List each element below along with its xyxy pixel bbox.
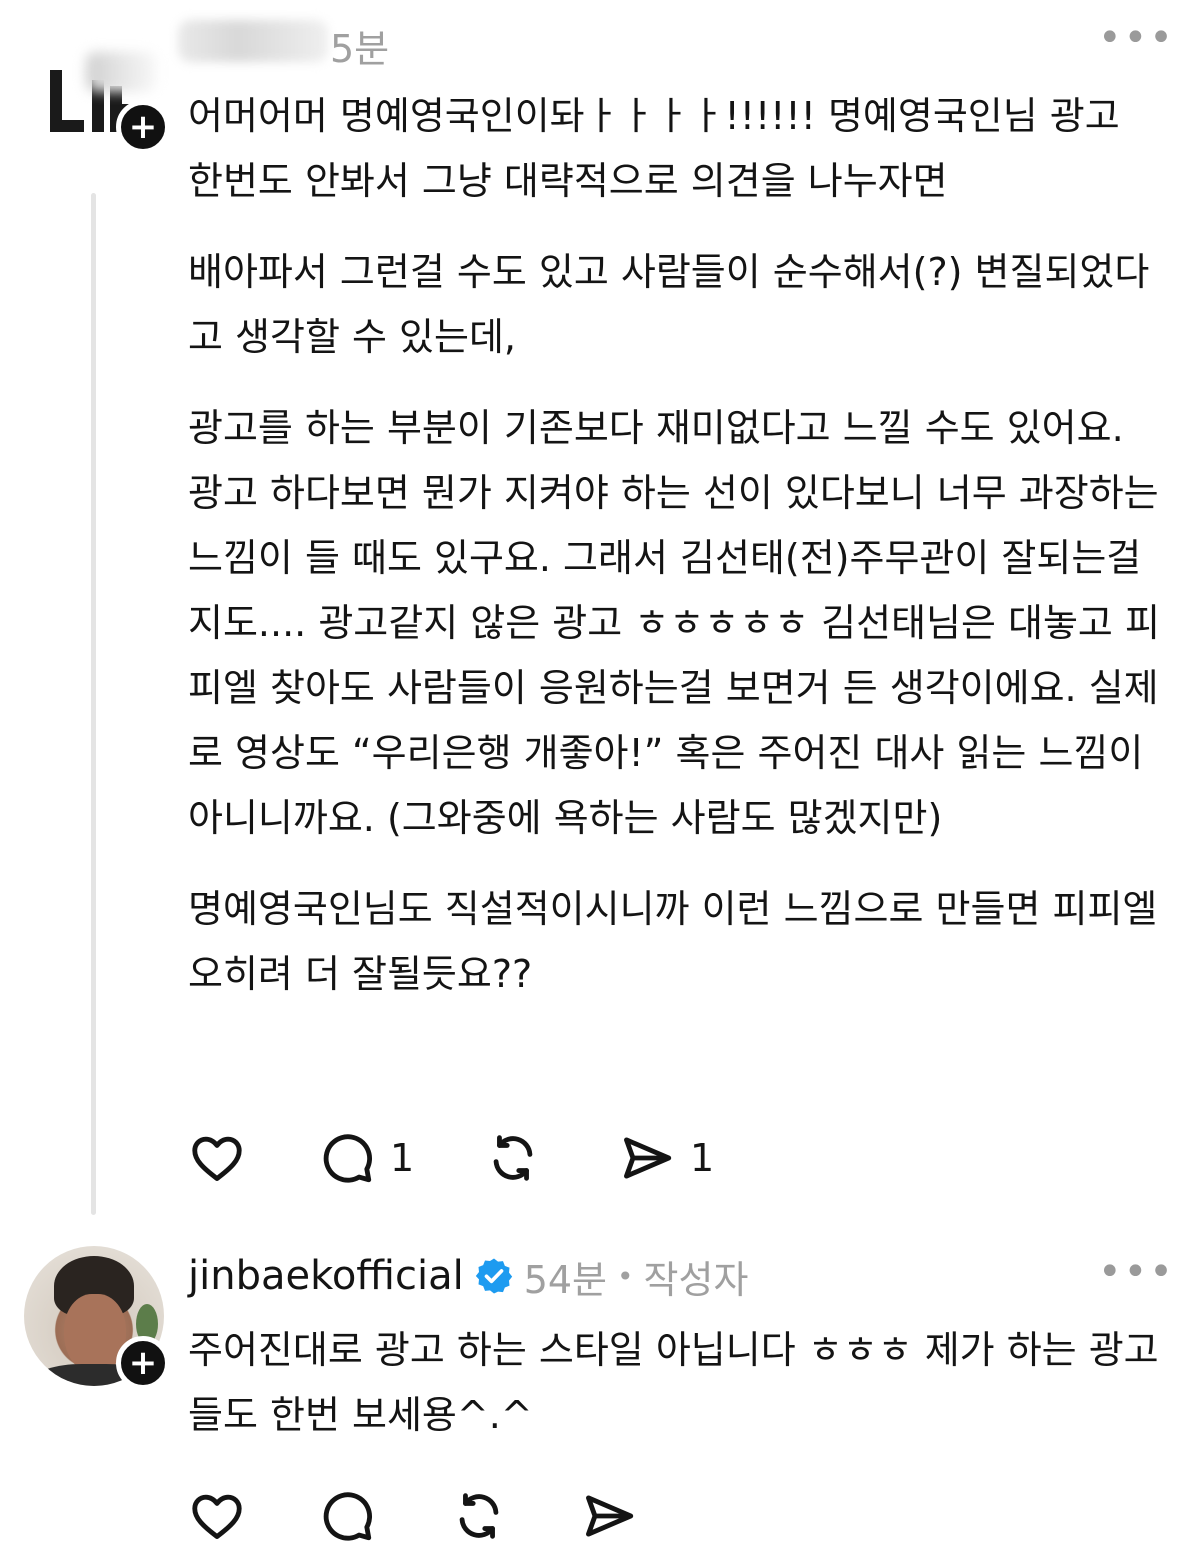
share-count: 1 [690,1136,715,1180]
share-icon [624,1137,672,1179]
comment-icon [323,1492,373,1541]
share-button[interactable] [580,1486,638,1546]
post-paragraph: 주어진대로 광고 하는 스타일 아닙니다 ㅎㅎㅎ 제가 하는 광고들도 한번 보… [188,1328,1159,1437]
post-body: 주어진대로 광고 하는 스타일 아닙니다 ㅎㅎㅎ 제가 하는 광고들도 한번 보… [188,1318,1163,1448]
heart-icon [192,1136,242,1181]
action-bar [188,1486,788,1546]
repost-icon [493,1135,533,1181]
like-button[interactable] [188,1486,246,1546]
comment-button[interactable] [318,1486,376,1546]
comment-icon [323,1134,373,1183]
post-header: jinbaekofficial 54분 • 작성자 [188,1248,748,1304]
repost-icon [459,1493,499,1539]
post-paragraph: 광고를 하는 부분이 기존보다 재미없다고 느낄 수도 있어요. 광고 하다보면… [188,406,1160,840]
author-tag: 작성자 [643,1257,749,1302]
share-button[interactable]: 1 [618,1128,714,1188]
post-time: 54분 [523,1257,608,1302]
separator-dot: • [617,1259,634,1293]
heart-icon [192,1494,242,1539]
follow-button[interactable]: + [116,100,170,154]
comment-button[interactable]: 1 [318,1128,414,1188]
username[interactable]: jinbaekofficial [188,1253,464,1299]
thread-line [91,193,96,1215]
blurred-username [178,20,328,62]
more-options-button[interactable]: ••• [1098,1252,1175,1292]
follow-button[interactable]: + [116,1336,170,1390]
more-options-button[interactable]: ••• [1098,18,1175,58]
repost-button[interactable] [484,1128,542,1188]
post-paragraph: 명예영국인님도 직설적이시니까 이런 느낌으로 만들면 피피엘 오히려 더 잘될… [188,887,1158,996]
verified-badge-icon [475,1258,512,1294]
post-paragraph: 배아파서 그런걸 수도 있고 사람들이 순수해서(?) 변질되었다고 생각할 수… [188,250,1150,359]
action-bar: 1 1 [188,1128,788,1188]
reply-post-2: + jinbaekofficial 54분 • 작성자 ••• 주어진대로 광고… [0,1230,1200,1568]
share-icon [586,1495,634,1537]
plus-icon: + [128,107,158,147]
repost-button[interactable] [450,1486,508,1546]
post-paragraph: 어머어머 명예영국인이돠ㅏㅏㅏㅏ!!!!!! 명예영국인님 광고 한번도 안봐서… [188,94,1120,203]
like-button[interactable] [188,1128,246,1188]
post-body: 어머어머 명예영국인이돠ㅏㅏㅏㅏ!!!!!! 명예영국인님 광고 한번도 안봐서… [188,84,1163,1007]
post-time: 5분 [330,27,390,71]
plus-icon: + [128,1343,158,1383]
reply-post-1: + 5분 ••• 어머어머 명예영국인이돠ㅏㅏㅏㅏ!!!!!! 명예영국인님 광… [0,0,1200,1230]
comment-count: 1 [390,1136,415,1180]
more-horizontal-icon: ••• [1098,1249,1175,1295]
more-horizontal-icon: ••• [1098,15,1175,61]
